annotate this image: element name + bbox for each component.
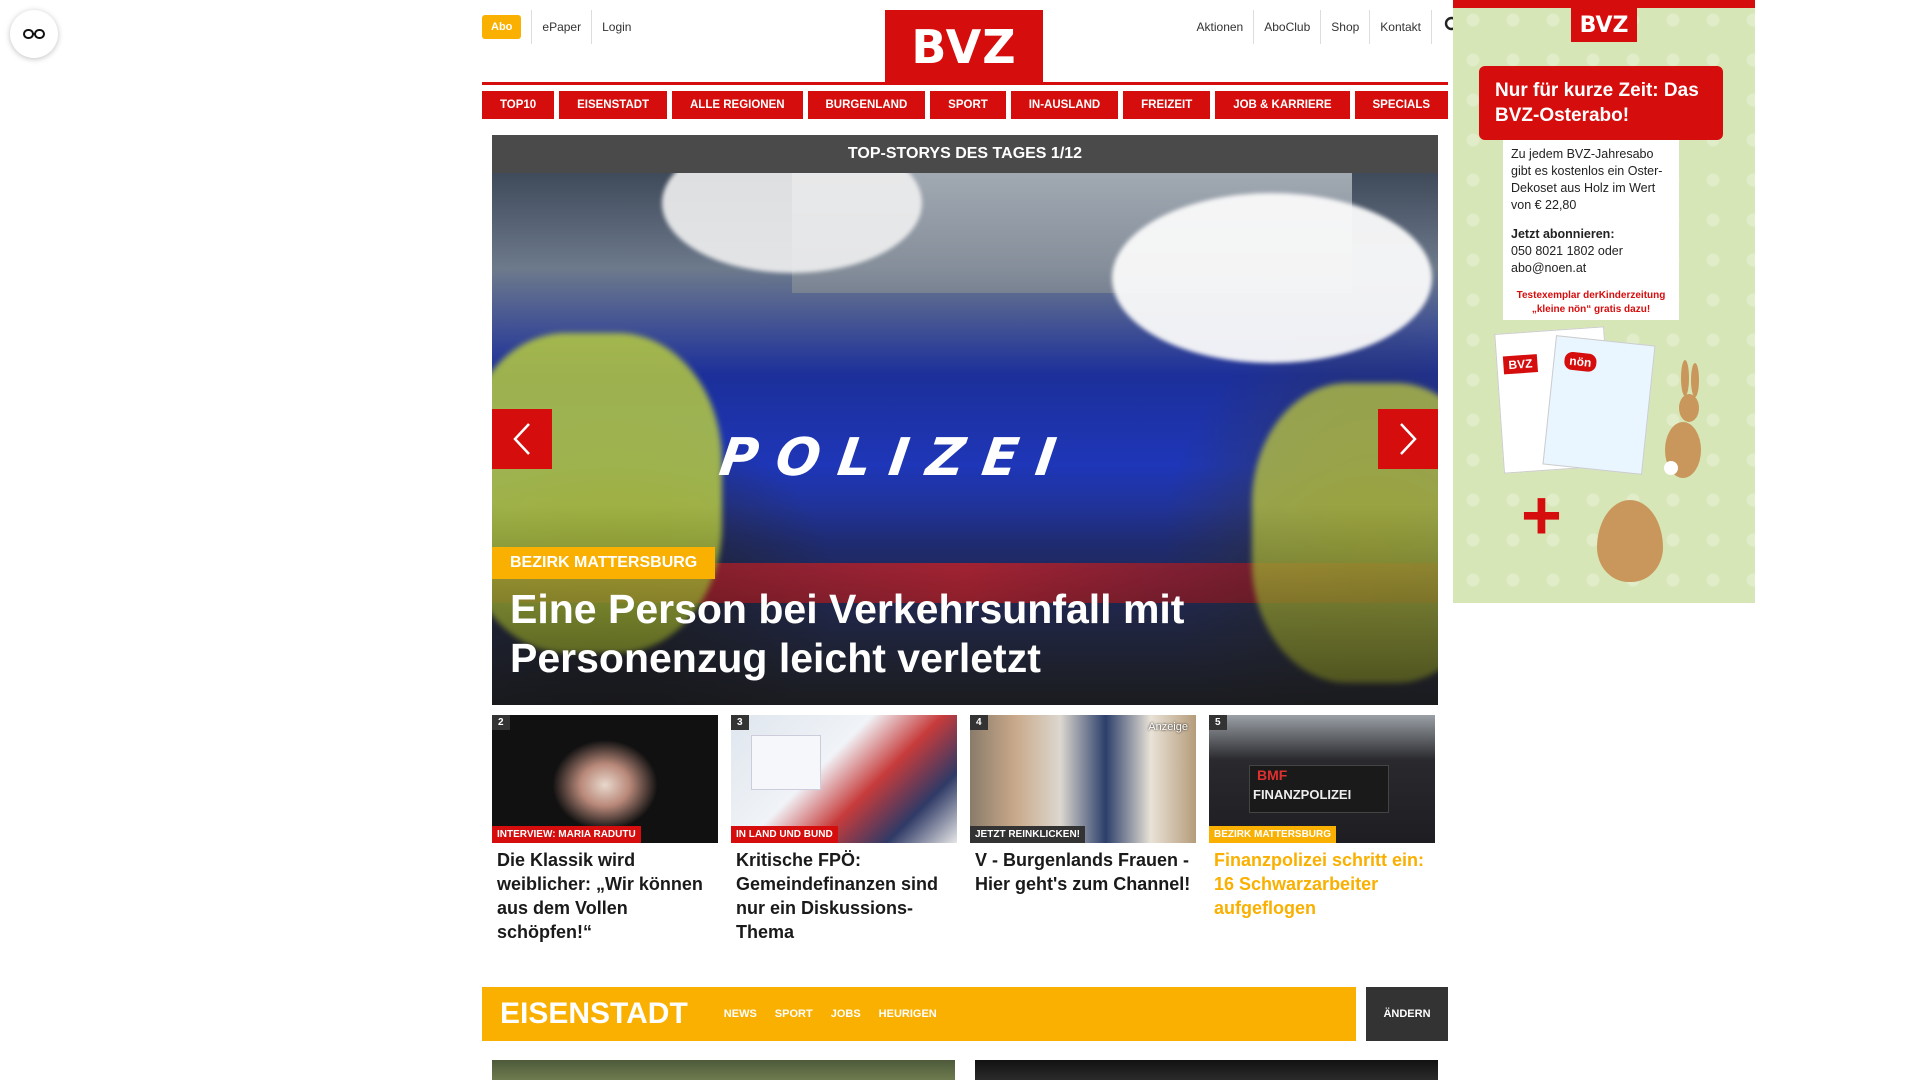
teaser-image: BMF FINANZPOLIZEI 5 BEZIRK MATTERSBURG <box>1209 715 1435 843</box>
section-link-jobs[interactable]: JOBS <box>831 1008 861 1020</box>
hero-slide[interactable]: POLIZEI BEZIRK MATTERSBURG Eine Person b… <box>492 173 1438 705</box>
aboclub-link[interactable]: AboClub <box>1254 10 1322 44</box>
nav-eisenstadt[interactable]: EISENSTADT <box>559 91 668 119</box>
nav-top10[interactable]: TOP10 <box>482 91 555 119</box>
main-nav: TOP10 EISENSTADT ALLE REGIONEN BURGENLAN… <box>482 91 1448 119</box>
teaser-tag: JETZT REINKLICKEN! <box>970 826 1085 843</box>
hero-image-polizei-text: POLIZEI <box>715 428 1078 488</box>
teaser-title[interactable]: V - Burgenlands Frauen - Hier geht's zum… <box>970 843 1196 896</box>
kontakt-link[interactable]: Kontakt <box>1370 10 1432 44</box>
teaser-number: 2 <box>492 715 510 730</box>
egg-icon <box>1597 500 1663 582</box>
abo-button[interactable]: Abo <box>482 15 522 39</box>
story-teasers: 2 INTERVIEW: MARIA RADUTU Die Klassik wi… <box>492 715 1438 944</box>
nav-alle-regionen[interactable]: ALLE REGIONEN <box>672 91 803 119</box>
teaser-tag: BEZIRK MATTERSBURG <box>1209 826 1337 843</box>
teaser-number: 4 <box>970 715 988 730</box>
section-title[interactable]: EISENSTADT <box>500 997 688 1031</box>
advertisement-banner[interactable]: BVZ Nur für kurze Zeit: Das BVZ-Osterabo… <box>1453 0 1755 603</box>
teaser-number: 5 <box>1209 715 1227 730</box>
hero-image-cap-right <box>1112 193 1432 363</box>
teaser-title[interactable]: Kritische FPÖ: Gemeindefinanzen sind nur… <box>731 843 957 944</box>
ad-cta: Jetzt abonnieren: 050 8021 1802 oder abo@… <box>1511 226 1671 277</box>
teaser-tag: IN LAND UND BUND <box>731 826 838 843</box>
ad-text-card: Zu jedem BVZ-Jahresabo gibt es kostenlos… <box>1503 140 1679 320</box>
ad-magazine-logo: BVZ <box>1502 354 1539 375</box>
teaser-card[interactable]: 4 Anzeige JETZT REINKLICKEN! V - Burgenl… <box>970 715 1196 944</box>
chevron-left-icon <box>513 423 530 455</box>
nav-in-ausland[interactable]: IN-AUSLAND <box>1010 91 1119 119</box>
glasses-icon <box>23 29 45 39</box>
teaser-image: 2 INTERVIEW: MARIA RADUTU <box>492 715 718 843</box>
ad-label: Anzeige <box>1148 721 1188 733</box>
teaser-image-board <box>751 735 821 790</box>
slider-prev-button[interactable] <box>492 409 552 469</box>
ad-top-line <box>1453 0 1755 8</box>
top-stories-title: TOP-STORYS DES TAGES 1/12 <box>492 135 1438 173</box>
teaser-image: 3 IN LAND UND BUND <box>731 715 957 843</box>
plus-icon: + <box>1521 476 1562 554</box>
teaser-image-bmf-text: BMF <box>1257 767 1288 783</box>
section-link-heurigen[interactable]: HEURIGEN <box>879 1008 937 1020</box>
teaser-card[interactable]: 3 IN LAND UND BUND Kritische FPÖ: Gemein… <box>731 715 957 944</box>
ad-cta-title: Jetzt abonnieren: <box>1511 227 1615 241</box>
ad-headline: Nur für kurze Zeit: Das BVZ-Osterabo! <box>1479 66 1723 140</box>
hero-category-tag[interactable]: BEZIRK MATTERSBURG <box>492 547 716 579</box>
bvz-logo[interactable]: BVZ <box>885 10 1043 84</box>
ad-promo: Testexemplar derKinderzeitung „kleine nö… <box>1516 290 1666 315</box>
ad-magazine-logo: nön <box>1563 351 1598 373</box>
article-image[interactable] <box>492 1060 955 1080</box>
slider-next-button[interactable] <box>1378 409 1438 469</box>
ad-body: Zu jedem BVZ-Jahresabo gibt es kostenlos… <box>1511 147 1663 212</box>
shop-link[interactable]: Shop <box>1321 10 1371 44</box>
teaser-image-finanzpolizei-text: FINANZPOLIZEI <box>1253 787 1352 802</box>
ad-magazine-image: nön <box>1542 335 1656 475</box>
article-image[interactable] <box>975 1060 1438 1080</box>
top-right-links: Aktionen AboClub Shop Kontakt <box>1187 10 1462 44</box>
top-left-links: Abo ePaper Login <box>482 10 641 44</box>
teaser-number: 3 <box>731 715 749 730</box>
nav-specials[interactable]: SPECIALS <box>1354 91 1448 119</box>
section-link-news[interactable]: NEWS <box>724 1008 757 1020</box>
hero-headline[interactable]: Eine Person bei Verkehrsunfall mit Perso… <box>510 585 1390 683</box>
nav-job-karriere[interactable]: JOB & KARRIERE <box>1215 91 1350 119</box>
section-link-sport[interactable]: SPORT <box>775 1008 813 1020</box>
header-divider <box>482 82 1448 85</box>
region-section-bar: EISENSTADT NEWS SPORT JOBS HEURIGEN <box>482 987 1356 1041</box>
change-region-button[interactable]: ÄNDERN <box>1366 987 1448 1041</box>
bunny-icon <box>1664 360 1701 478</box>
teaser-title[interactable]: Die Klassik wird weiblicher: „Wir können… <box>492 843 718 944</box>
nav-burgenland[interactable]: BURGENLAND <box>807 91 926 119</box>
ad-logo: BVZ <box>1571 8 1637 42</box>
aktionen-link[interactable]: Aktionen <box>1187 10 1255 44</box>
teaser-tag: INTERVIEW: MARIA RADUTU <box>492 826 641 843</box>
teaser-card[interactable]: BMF FINANZPOLIZEI 5 BEZIRK MATTERSBURG F… <box>1209 715 1435 944</box>
login-link[interactable]: Login <box>591 10 641 44</box>
reader-mode-button[interactable] <box>10 10 58 58</box>
epaper-link[interactable]: ePaper <box>531 10 591 44</box>
teaser-card[interactable]: 2 INTERVIEW: MARIA RADUTU Die Klassik wi… <box>492 715 718 944</box>
teaser-title[interactable]: Finanzpolizei schritt ein: 16 Schwarzarb… <box>1209 843 1435 920</box>
chevron-right-icon <box>1400 423 1417 455</box>
ad-cta-body: 050 8021 1802 oder abo@noen.at <box>1511 244 1623 275</box>
nav-freizeit[interactable]: FREIZEIT <box>1123 91 1211 119</box>
nav-sport[interactable]: SPORT <box>930 91 1006 119</box>
teaser-image: 4 Anzeige JETZT REINKLICKEN! <box>970 715 1196 843</box>
